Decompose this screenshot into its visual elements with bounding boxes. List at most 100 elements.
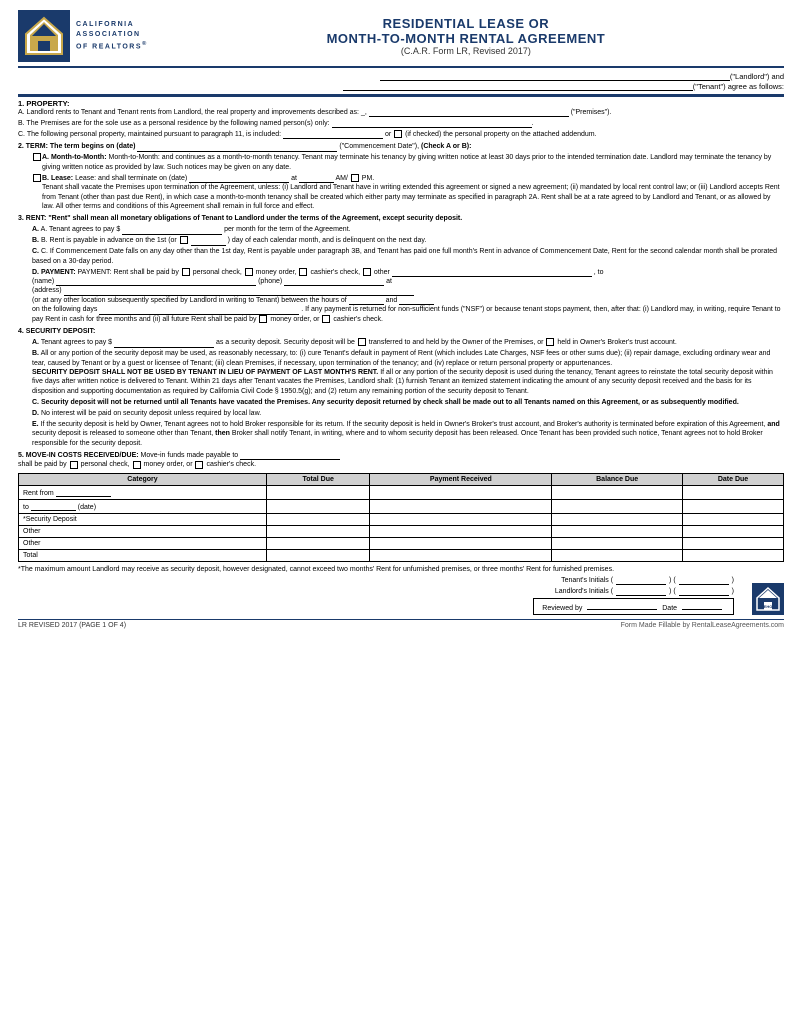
s1a-content: A. Landlord rents to Tenant and Tenant r…: [18, 108, 784, 117]
rent-to-field[interactable]: [31, 502, 76, 511]
table-cell-balance1[interactable]: [552, 485, 683, 499]
s5-payable-field[interactable]: [240, 451, 340, 460]
table-cell-payment3[interactable]: [370, 513, 552, 525]
tenant-initials-field2[interactable]: [679, 576, 729, 585]
s1c-content: C. The following personal property, main…: [18, 130, 784, 139]
s3b-checkbox[interactable]: [180, 236, 188, 244]
s3d-cashier-checkbox[interactable]: [299, 268, 307, 276]
s5-money: money order, or: [144, 461, 193, 468]
table-cell-total1[interactable]: [266, 485, 370, 499]
s3a-amount-field[interactable]: [122, 226, 222, 235]
table-cell-balance5[interactable]: [552, 537, 683, 549]
s1c2: or: [385, 131, 391, 138]
s2a-checkbox[interactable]: [33, 153, 41, 161]
s3d-hours1-field[interactable]: [349, 296, 384, 305]
date-field[interactable]: [682, 601, 722, 610]
s2-title-row: 2. TERM: The term begins on (date) ("Com…: [18, 142, 784, 151]
s2b-time-field[interactable]: [299, 174, 334, 183]
table-cell-total4[interactable]: [266, 525, 370, 537]
s1a-field[interactable]: [369, 108, 569, 117]
s3d-address-label: (address): [32, 287, 62, 294]
s3d-cashier2-checkbox[interactable]: [322, 315, 330, 323]
landlord-field[interactable]: [380, 72, 730, 81]
s4a-held-checkbox[interactable]: [546, 338, 554, 346]
table-cell-date5[interactable]: [683, 537, 784, 549]
s1c-checkbox[interactable]: [394, 130, 402, 138]
s3b-day-field[interactable]: [191, 237, 226, 246]
section-2: 2. TERM: The term begins on (date) ("Com…: [18, 142, 784, 211]
s5-cashier-checkbox[interactable]: [195, 461, 203, 469]
table-cell-balance2[interactable]: [552, 499, 683, 513]
s2b-text: Lease: and shall terminate on (date): [75, 175, 187, 182]
s3b-label: B.: [32, 237, 39, 244]
s3-title-row: 3. RENT: "Rent" shall mean all monetary …: [18, 214, 784, 223]
s1c-row: C. The following personal property, main…: [18, 130, 784, 139]
s3d-payment: PAYMENT:: [41, 269, 76, 276]
table-cell-balance6[interactable]: [552, 549, 683, 561]
s2b-date-field[interactable]: [189, 174, 289, 183]
landlord-initials-sep: ) (: [669, 588, 676, 595]
s2b-pm: PM.: [362, 175, 374, 182]
s3d-other-field[interactable]: [392, 268, 592, 277]
table-cell-payment1[interactable]: [370, 485, 552, 499]
s3d-money-checkbox[interactable]: [245, 268, 253, 276]
s2b-row: B. Lease: Lease: and shall terminate on …: [18, 174, 784, 212]
s1c-field[interactable]: [283, 130, 383, 139]
s4e-row: E. If the security deposit is held by Ow…: [18, 420, 784, 448]
table-header-total-due: Total Due: [266, 473, 370, 485]
table-cell-date2[interactable]: [683, 499, 784, 513]
s5-money-checkbox[interactable]: [133, 461, 141, 469]
s3d-hours2-field[interactable]: [399, 296, 434, 305]
table-cell-total3[interactable]: [266, 513, 370, 525]
s2-title: 2. TERM: The term begins on (date): [18, 143, 135, 150]
landlord-initials-field2[interactable]: [679, 587, 729, 596]
table-cell-payment6[interactable]: [370, 549, 552, 561]
reviewed-field[interactable]: [587, 601, 657, 610]
table-row: Rent from: [19, 485, 784, 499]
s1c3: (if checked) the personal property on th…: [405, 131, 596, 138]
form-made: Form Made Fillable by RentalLeaseAgreeme…: [621, 622, 784, 629]
s5-personal-checkbox[interactable]: [70, 461, 78, 469]
s3d-row: D. PAYMENT: PAYMENT: Rent shall be paid …: [18, 268, 784, 325]
s1b-field[interactable]: [332, 119, 532, 128]
s3d-other-checkbox[interactable]: [363, 268, 371, 276]
table-cell-date3[interactable]: [683, 513, 784, 525]
s3d-phone-field[interactable]: [284, 277, 384, 286]
s2b-pm-checkbox[interactable]: [351, 174, 359, 182]
s3b-row: B. B. Rent is payable in advance on the …: [18, 236, 784, 245]
tenant-field[interactable]: [343, 82, 693, 91]
s3d-personal-checkbox[interactable]: [182, 268, 190, 276]
s4a-transfer-checkbox[interactable]: [358, 338, 366, 346]
s4d-content: D. No interest will be paid on security …: [32, 409, 784, 418]
table-cell-total5[interactable]: [266, 537, 370, 549]
table-cell-total2[interactable]: [266, 499, 370, 513]
table-cell-date1[interactable]: [683, 485, 784, 499]
s3d-money2-checkbox[interactable]: [259, 315, 267, 323]
table-cell-payment4[interactable]: [370, 525, 552, 537]
table-cell-balance4[interactable]: [552, 525, 683, 537]
tenant-line: ("Tenant") agree as follows:: [343, 82, 784, 91]
s1c-text: C. The following personal property, main…: [18, 131, 281, 138]
top-lines: ("Landlord") and ("Tenant") agree as fol…: [18, 72, 784, 92]
s4a-amount-field[interactable]: [114, 339, 214, 348]
table-row: Other: [19, 525, 784, 537]
s3d-days-field[interactable]: [99, 306, 299, 315]
tenant-initials-row: Tenant's Initials ( ) ( ): [561, 576, 734, 585]
s4c-content: C. Security deposit will not be returned…: [32, 398, 784, 407]
s3d-name-field[interactable]: [56, 277, 256, 286]
s2-date-field[interactable]: [137, 143, 337, 152]
tenant-initials-field1[interactable]: [616, 576, 666, 585]
table-cell-payment2[interactable]: [370, 499, 552, 513]
table-cell-payment5[interactable]: [370, 537, 552, 549]
table-cell-date6[interactable]: [683, 549, 784, 561]
s4c-row: C. Security deposit will not be returned…: [18, 398, 784, 407]
landlord-initials-field1[interactable]: [616, 587, 666, 596]
table-cell-balance3[interactable]: [552, 513, 683, 525]
table-cell-date4[interactable]: [683, 525, 784, 537]
s3c-row: C. C. If Commencement Date falls on any …: [18, 247, 784, 266]
table-cell-total6[interactable]: [266, 549, 370, 561]
s3d-address-field[interactable]: [64, 287, 414, 296]
s2b-checkbox[interactable]: [33, 174, 41, 182]
s4-title-row: 4. SECURITY DEPOSIT:: [18, 327, 784, 336]
rent-from-field[interactable]: [56, 488, 111, 497]
